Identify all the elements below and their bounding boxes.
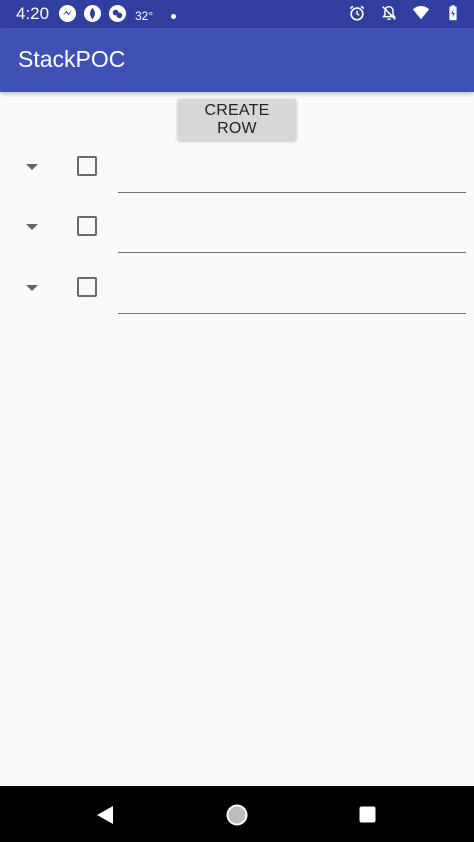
app-bar: StackPOC (0, 28, 474, 92)
row-text-field[interactable] (118, 146, 466, 193)
create-row-button[interactable]: CREATE ROW (178, 99, 296, 140)
notifications-off-icon (380, 4, 398, 27)
list-row (0, 267, 474, 327)
recents-icon[interactable] (359, 806, 376, 823)
app-title: StackPOC (18, 46, 126, 72)
row-checkbox[interactable] (77, 277, 97, 297)
row-checkbox[interactable] (77, 156, 97, 176)
status-time: 4:20 (16, 4, 50, 23)
app-icon (83, 4, 102, 28)
status-left-icons: 32° (58, 4, 177, 28)
status-temperature: 32° (135, 9, 154, 23)
battery-icon (444, 4, 462, 27)
list-row (0, 146, 474, 206)
weather-icon (108, 4, 127, 28)
dropdown-arrow-icon[interactable] (25, 218, 39, 230)
dropdown-arrow-icon[interactable] (25, 158, 39, 170)
status-right-icons (348, 4, 462, 27)
navigation-bar (0, 786, 474, 842)
row-text-field[interactable] (118, 206, 466, 253)
alarm-icon (348, 4, 366, 27)
messenger-icon (58, 4, 77, 28)
dropdown-arrow-icon[interactable] (25, 279, 39, 291)
row-text-field[interactable] (118, 267, 466, 314)
home-icon[interactable] (226, 804, 248, 826)
wifi-icon (412, 4, 430, 27)
back-icon[interactable] (96, 805, 114, 825)
notification-dot-icon (171, 13, 177, 19)
list-row (0, 206, 474, 266)
row-checkbox[interactable] (77, 216, 97, 236)
status-bar: 4:20 32° (0, 0, 474, 28)
